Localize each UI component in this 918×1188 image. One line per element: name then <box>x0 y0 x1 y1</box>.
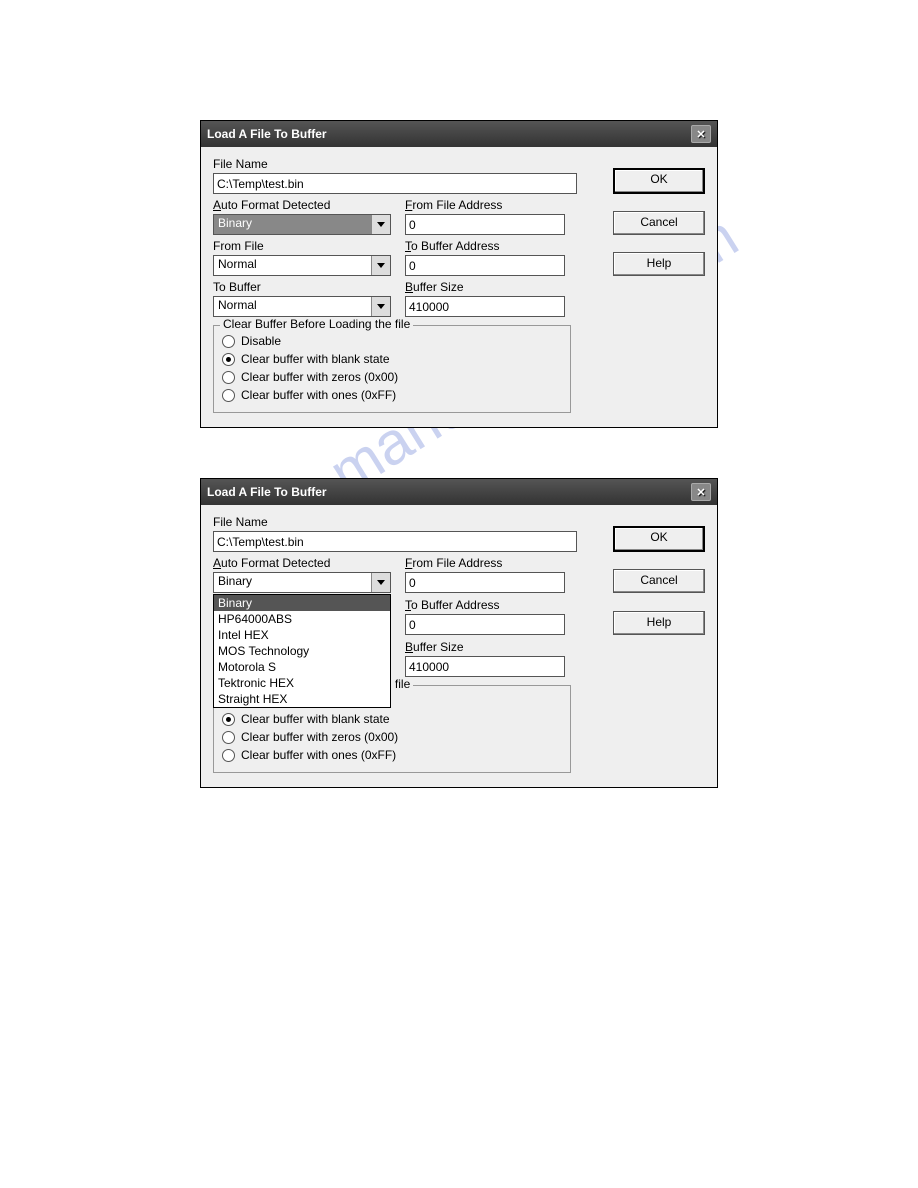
radio-disable[interactable] <box>222 335 235 348</box>
radio-blank[interactable] <box>222 713 235 726</box>
radio-blank[interactable] <box>222 353 235 366</box>
radio-zeros-label: Clear buffer with zeros (0x00) <box>241 730 398 744</box>
dropdown-option[interactable]: Intel HEX <box>214 627 390 643</box>
buffer-size-input[interactable] <box>405 296 565 317</box>
cancel-button[interactable]: Cancel <box>613 211 705 235</box>
radio-ones[interactable] <box>222 749 235 762</box>
radio-ones-label: Clear buffer with ones (0xFF) <box>241 388 396 402</box>
to-buffer-label: To Buffer <box>213 280 391 294</box>
from-file-label: From File <box>213 239 391 253</box>
clear-buffer-legend: Clear Buffer Before Loading the file <box>220 317 413 331</box>
radio-blank-label: Clear buffer with blank state <box>241 352 390 366</box>
from-file-address-input[interactable] <box>405 214 565 235</box>
cancel-button[interactable]: Cancel <box>613 569 705 593</box>
from-file-select[interactable]: Normal <box>213 255 391 276</box>
help-button[interactable]: Help <box>613 611 705 635</box>
dropdown-option[interactable]: Motorola S <box>214 659 390 675</box>
dropdown-option[interactable]: Straight HEX <box>214 691 390 707</box>
auto-format-value: Binary <box>214 573 371 592</box>
buffer-size-label: Buffer Size <box>405 640 565 654</box>
filename-label: File Name <box>213 157 577 171</box>
close-icon[interactable]: ✕ <box>691 483 711 501</box>
to-buffer-address-label: To Buffer Address <box>405 598 565 612</box>
filename-input[interactable] <box>213 173 577 194</box>
radio-ones-label: Clear buffer with ones (0xFF) <box>241 748 396 762</box>
chevron-down-icon[interactable] <box>371 573 390 592</box>
auto-format-select[interactable]: Binary <box>213 214 391 235</box>
to-buffer-address-input[interactable] <box>405 614 565 635</box>
dialog-load-file-1: Load A File To Buffer ✕ File Name OK Aut… <box>200 120 718 428</box>
ok-button[interactable]: OK <box>613 526 705 552</box>
dialog-title: Load A File To Buffer <box>207 127 327 141</box>
radio-zeros-label: Clear buffer with zeros (0x00) <box>241 370 398 384</box>
chevron-down-icon[interactable] <box>371 297 390 316</box>
chevron-down-icon[interactable] <box>371 215 390 234</box>
to-buffer-select[interactable]: Normal <box>213 296 391 317</box>
auto-format-select[interactable]: Binary <box>213 572 391 593</box>
radio-zeros[interactable] <box>222 371 235 384</box>
to-buffer-value: Normal <box>214 297 371 316</box>
titlebar[interactable]: Load A File To Buffer ✕ <box>201 479 717 505</box>
dialog-title: Load A File To Buffer <box>207 485 327 499</box>
to-buffer-address-input[interactable] <box>405 255 565 276</box>
radio-disable-label: Disable <box>241 334 281 348</box>
chevron-down-icon[interactable] <box>371 256 390 275</box>
from-file-address-label: From File Address <box>405 556 565 570</box>
dropdown-option[interactable]: Binary <box>214 595 390 611</box>
auto-format-value: Binary <box>214 215 371 234</box>
ok-button[interactable]: OK <box>613 168 705 194</box>
filename-label: File Name <box>213 515 577 529</box>
dropdown-option[interactable]: HP64000ABS <box>214 611 390 627</box>
dropdown-option[interactable]: MOS Technology <box>214 643 390 659</box>
from-file-address-input[interactable] <box>405 572 565 593</box>
buffer-size-input[interactable] <box>405 656 565 677</box>
auto-format-dropdown[interactable]: BinaryHP64000ABSIntel HEXMOS TechnologyM… <box>213 594 391 708</box>
dropdown-option[interactable]: Tektronic HEX <box>214 675 390 691</box>
filename-input[interactable] <box>213 531 577 552</box>
buffer-size-label: Buffer Size <box>405 280 565 294</box>
auto-format-label: Auto Format Detected <box>213 556 391 570</box>
to-buffer-address-label: To Buffer Address <box>405 239 565 253</box>
from-file-value: Normal <box>214 256 371 275</box>
radio-blank-label: Clear buffer with blank state <box>241 712 390 726</box>
dialog-load-file-2: Load A File To Buffer ✕ File Name OK Aut… <box>200 478 718 788</box>
auto-format-label: Auto Format Detected <box>213 198 391 212</box>
from-file-address-label: From File Address <box>405 198 565 212</box>
titlebar[interactable]: Load A File To Buffer ✕ <box>201 121 717 147</box>
radio-zeros[interactable] <box>222 731 235 744</box>
close-icon[interactable]: ✕ <box>691 125 711 143</box>
radio-ones[interactable] <box>222 389 235 402</box>
help-button[interactable]: Help <box>613 252 705 276</box>
clear-buffer-group: Clear Buffer Before Loading the file Dis… <box>213 325 571 413</box>
